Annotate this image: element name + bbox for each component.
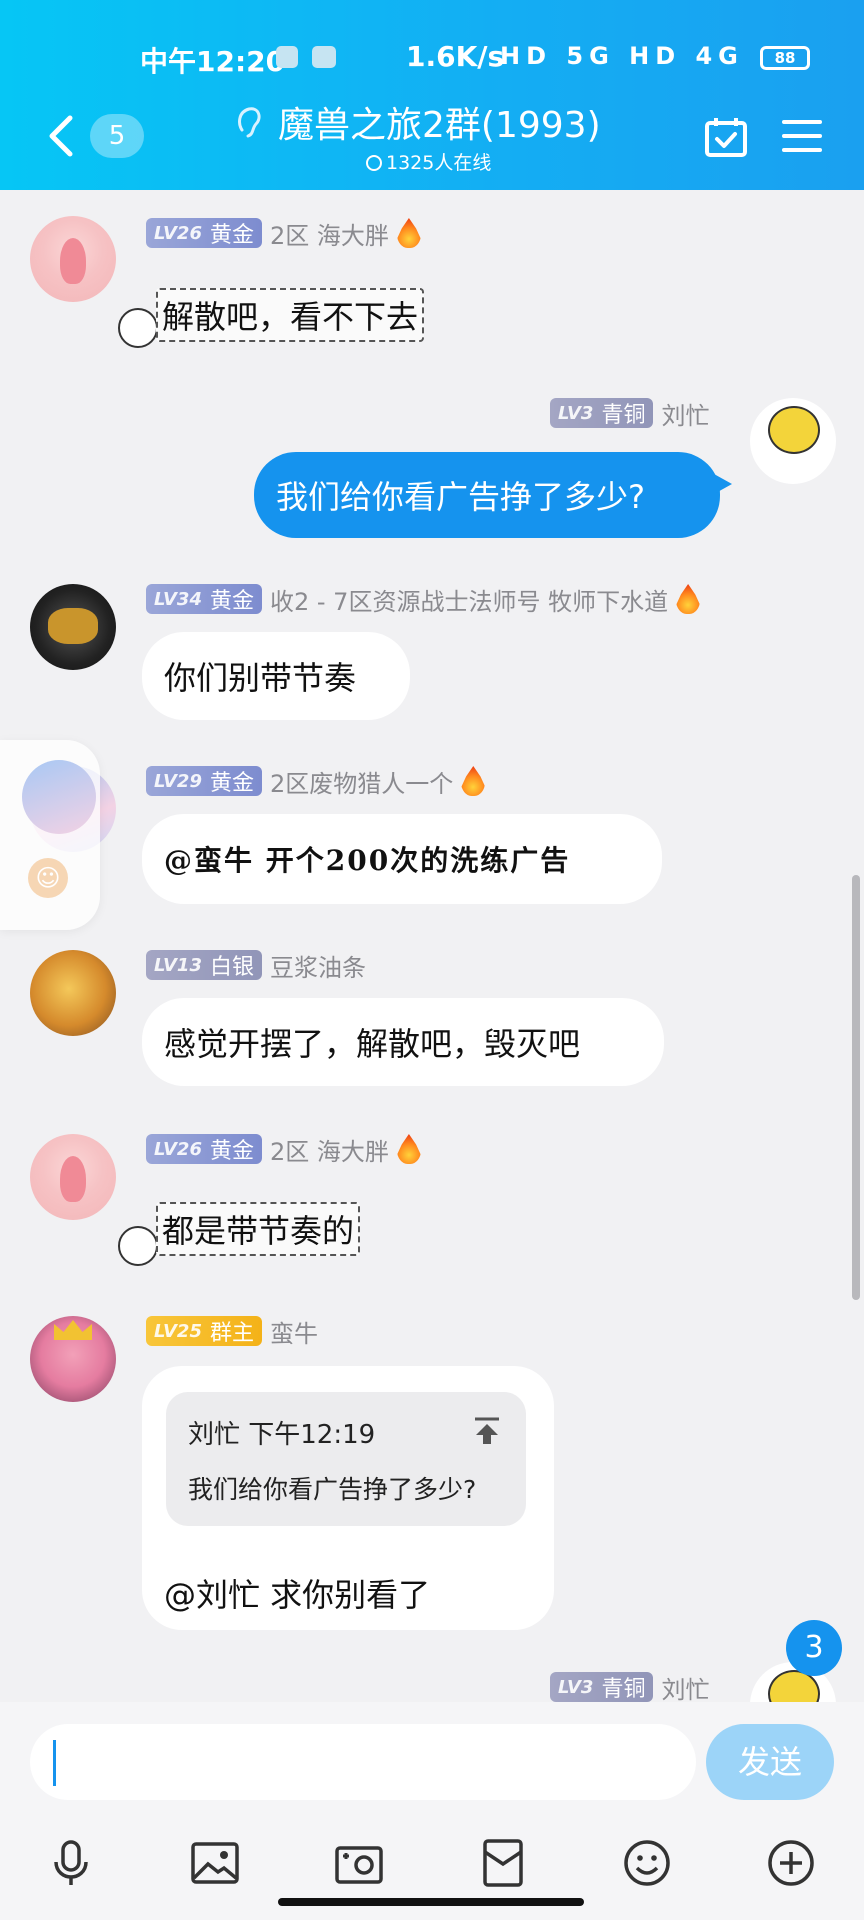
input-area: 发送 bbox=[0, 1702, 864, 1920]
sender-name[interactable]: 2区 海大胖 bbox=[270, 216, 389, 251]
message-text: 你们别带节奏 bbox=[164, 659, 357, 697]
level-badge: LV3 青铜 bbox=[550, 398, 654, 428]
fire-icon bbox=[461, 766, 486, 796]
group-title[interactable]: 魔兽之旅2群(1993) bbox=[278, 96, 601, 148]
new-message-count-badge[interactable]: 3 bbox=[786, 1620, 842, 1676]
message-meta: LV29 黄金 2区废物猎人一个 bbox=[146, 764, 486, 799]
sender-name[interactable]: 蛮牛 bbox=[270, 1314, 318, 1349]
message-text: 我们给你看广告挣了多少? bbox=[276, 478, 645, 516]
message-meta: LV3 青铜 刘忙 bbox=[550, 396, 709, 431]
avatar[interactable] bbox=[30, 1316, 116, 1402]
sender-name[interactable]: 刘忙 bbox=[661, 1670, 709, 1703]
fire-icon bbox=[396, 1134, 421, 1164]
chat-header: 中午12:20 1.6K/s HD 5G HD 4G 88 5 魔兽之旅2群(1… bbox=[0, 0, 864, 190]
game-notification-icon bbox=[312, 46, 336, 68]
sticker-character-icon bbox=[118, 308, 158, 348]
level-badge: LV29 黄金 bbox=[146, 766, 262, 796]
fire-icon bbox=[396, 218, 421, 248]
red-packet-icon[interactable] bbox=[478, 1838, 528, 1888]
status-time: 中午12:20 bbox=[140, 45, 286, 78]
level-badge: LV26 黄金 bbox=[146, 218, 262, 248]
person-icon[interactable]: ☺ bbox=[28, 858, 68, 898]
network-speed: 1.6K/s bbox=[406, 40, 505, 73]
level-badge: LV34 黄金 bbox=[146, 584, 262, 614]
avatar[interactable] bbox=[30, 950, 116, 1036]
message-meta: LV26 黄金 2区 海大胖 bbox=[146, 1132, 421, 1167]
level-badge: LV3 青铜 bbox=[550, 1672, 654, 1702]
scrollbar[interactable] bbox=[852, 875, 860, 1300]
message-text: @刘忙 求你别看了 bbox=[164, 1576, 431, 1614]
microphone-icon[interactable] bbox=[46, 1838, 96, 1888]
level-badge: LV25 群主 bbox=[146, 1316, 262, 1346]
app-notification-icon bbox=[276, 46, 298, 68]
sender-name[interactable]: 2区 海大胖 bbox=[270, 1132, 389, 1167]
back-arrow-icon[interactable] bbox=[42, 112, 82, 160]
reply-message-bubble[interactable]: 刘忙 下午12:19 我们给你看广告挣了多少? @刘忙 求你别看了 bbox=[142, 1366, 554, 1630]
fire-icon bbox=[676, 584, 701, 614]
plus-icon[interactable] bbox=[766, 1838, 816, 1888]
status-bar: 中午12:20 1.6K/s HD 5G HD 4G 88 bbox=[0, 38, 864, 78]
message-bubble[interactable]: @蛮牛 开个200次的洗练广告 bbox=[142, 814, 662, 904]
message-text: 解散吧，看不下去 bbox=[156, 288, 425, 342]
message-list[interactable]: LV26 黄金 2区 海大胖 解散吧，看不下去 LV3 青铜 刘忙 我们给你看广告挣… bbox=[0, 190, 864, 1702]
emoji-icon[interactable] bbox=[622, 1838, 672, 1888]
message-meta: LV34 黄金 收2 - 7区资源战士法师号 牧师下水道 bbox=[146, 582, 701, 617]
jump-to-quote-icon[interactable] bbox=[472, 1416, 502, 1446]
floating-avatar[interactable] bbox=[22, 760, 96, 834]
message-meta: LV3 青铜 刘忙 bbox=[550, 1672, 709, 1702]
message-text: @蛮牛 开个200次的洗练广告 bbox=[164, 844, 571, 877]
calendar-check-icon[interactable] bbox=[704, 116, 748, 158]
message-bubble[interactable]: 感觉开摆了，解散吧，毁灭吧 bbox=[142, 998, 664, 1086]
online-count-text: 1325人在线 bbox=[386, 152, 492, 174]
online-count: 1325人在线 bbox=[366, 148, 491, 175]
message-bubble[interactable]: 解散吧，看不下去 bbox=[156, 288, 425, 342]
menu-icon[interactable] bbox=[782, 118, 822, 154]
signal-icons: HD 5G HD 4G bbox=[500, 42, 744, 70]
level-badge: LV13 白银 bbox=[146, 950, 262, 980]
sender-name[interactable]: 豆浆油条 bbox=[270, 948, 366, 983]
image-icon[interactable] bbox=[190, 1838, 240, 1888]
message-bubble[interactable]: 我们给你看广告挣了多少? bbox=[254, 452, 732, 538]
message-text: 都是带节奏的 bbox=[156, 1202, 361, 1256]
avatar[interactable] bbox=[30, 584, 116, 670]
message-input[interactable] bbox=[30, 1724, 696, 1800]
ear-icon[interactable] bbox=[234, 104, 264, 140]
message-bubble[interactable]: 都是带节奏的 bbox=[156, 1202, 361, 1256]
home-indicator[interactable] bbox=[278, 1898, 584, 1906]
avatar[interactable] bbox=[30, 216, 116, 302]
battery-icon: 88 bbox=[760, 46, 810, 70]
avatar[interactable] bbox=[30, 1134, 116, 1220]
unread-count-badge[interactable]: 5 bbox=[90, 114, 144, 158]
online-status-icon bbox=[366, 155, 382, 171]
sender-name[interactable]: 刘忙 bbox=[661, 396, 709, 431]
floating-chat-tab[interactable]: ☺ bbox=[0, 740, 100, 930]
avatar[interactable] bbox=[750, 398, 836, 484]
message-meta: LV13 白银 豆浆油条 bbox=[146, 948, 366, 983]
message-text: 感觉开摆了，解散吧，毁灭吧 bbox=[164, 1025, 581, 1063]
quoted-message[interactable]: 刘忙 下午12:19 我们给你看广告挣了多少? bbox=[166, 1392, 526, 1526]
quoted-author-time: 刘忙 下午12:19 bbox=[188, 1420, 376, 1450]
message-meta: LV25 群主 蛮牛 bbox=[146, 1314, 318, 1349]
send-button[interactable]: 发送 bbox=[706, 1724, 834, 1800]
text-caret bbox=[53, 1740, 56, 1786]
quoted-text: 我们给你看广告挣了多少? bbox=[188, 1475, 477, 1504]
message-meta: LV26 黄金 2区 海大胖 bbox=[146, 216, 421, 251]
sender-name[interactable]: 收2 - 7区资源战士法师号 牧师下水道 bbox=[270, 582, 668, 617]
sender-name[interactable]: 2区废物猎人一个 bbox=[270, 764, 453, 799]
level-badge: LV26 黄金 bbox=[146, 1134, 262, 1164]
sticker-character-icon bbox=[118, 1226, 158, 1266]
message-bubble[interactable]: 你们别带节奏 bbox=[142, 632, 410, 720]
camera-icon[interactable] bbox=[334, 1838, 384, 1888]
